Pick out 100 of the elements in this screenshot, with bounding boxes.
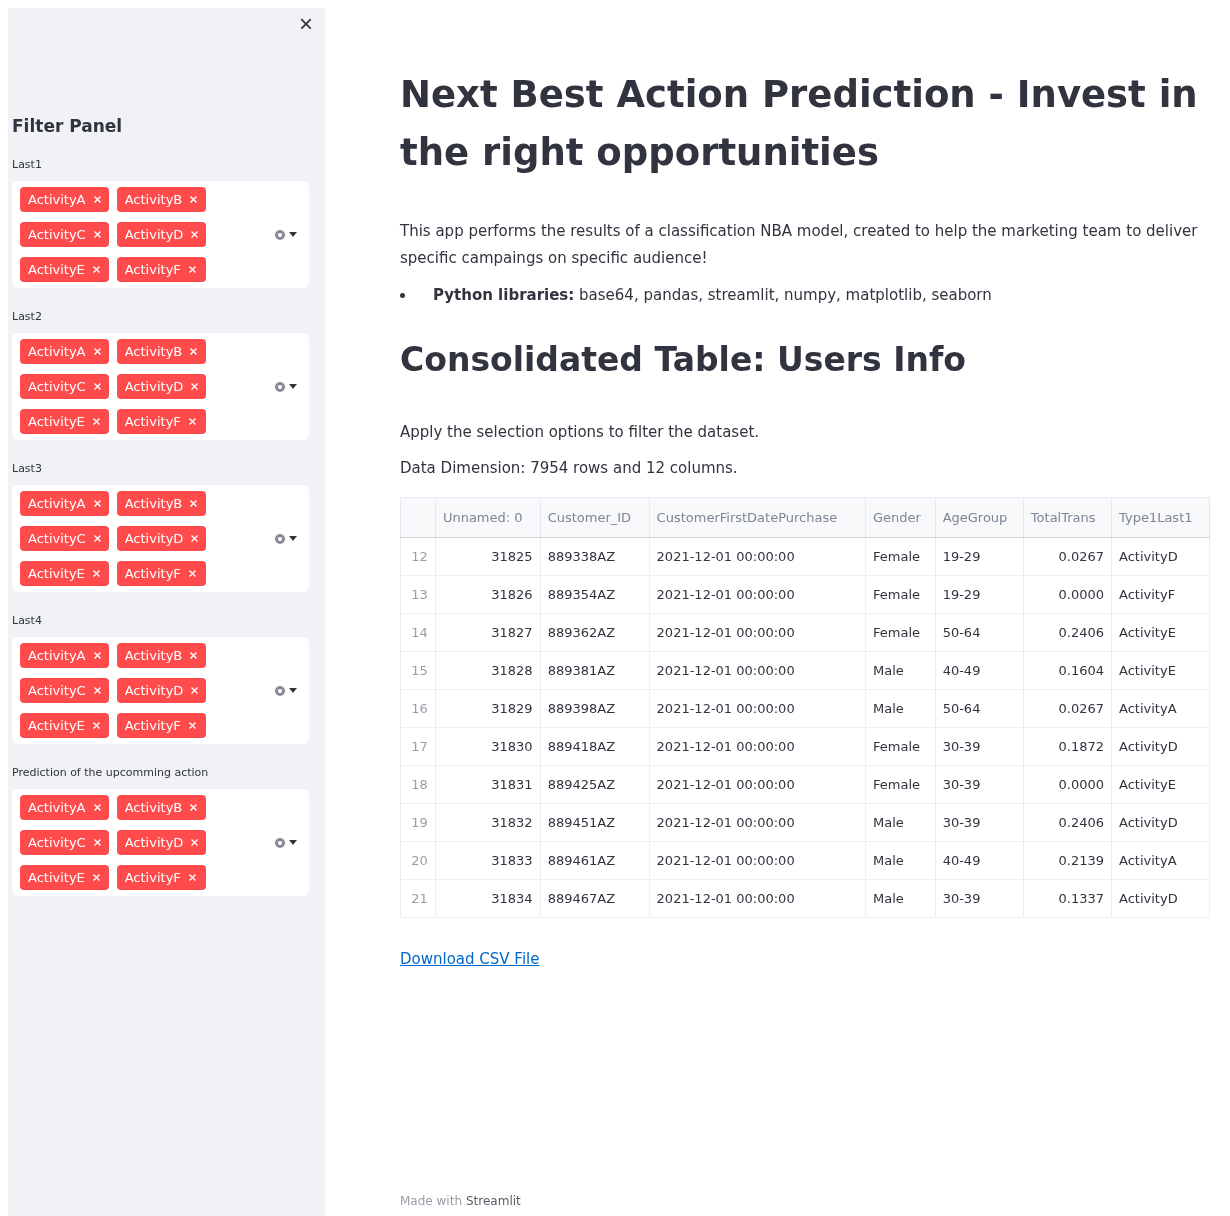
remove-icon[interactable] [92, 874, 100, 881]
table-cell: 31828 [435, 651, 541, 690]
remove-icon[interactable] [188, 570, 196, 577]
caret-icon[interactable] [289, 536, 297, 541]
activity-tag[interactable]: ActivityB [116, 643, 207, 668]
activity-tag[interactable]: ActivityD [116, 678, 207, 703]
activity-tag[interactable]: ActivityC [20, 526, 109, 551]
table-cell: 2021-12-01 00:00:00 [649, 765, 866, 804]
activity-tag[interactable]: ActivityA [20, 187, 109, 212]
remove-icon[interactable] [191, 839, 199, 846]
remove-icon[interactable] [93, 383, 101, 390]
intro-text: This app performs the results of a classification NBA model, created to help the marketing team to deliver specific campaings on specific audience! [400, 221, 1199, 269]
remove-icon[interactable] [92, 266, 100, 273]
remove-icon[interactable] [92, 570, 100, 577]
table-cell: 30-39 [935, 879, 1024, 918]
caret-icon[interactable] [289, 688, 297, 693]
table-cell: ActivityD [1111, 879, 1210, 918]
remove-icon[interactable] [190, 348, 198, 355]
remove-icon[interactable] [188, 874, 196, 881]
table-cell: 2021-12-01 00:00:00 [649, 575, 866, 614]
column-header[interactable]: Unnamed: 0 [435, 497, 541, 538]
activity-tag[interactable]: ActivityC [20, 678, 109, 703]
activity-tag[interactable]: ActivityA [20, 643, 109, 668]
remove-icon[interactable] [93, 652, 101, 659]
table-cell: 889338AZ [540, 537, 650, 576]
table-cell: 18 [400, 765, 436, 804]
activity-tag[interactable]: ActivityA [20, 795, 109, 820]
remove-icon[interactable] [190, 804, 198, 811]
footer-brand-link[interactable]: Streamlit [466, 1194, 521, 1208]
remove-icon[interactable] [191, 231, 199, 238]
activity-tag[interactable]: ActivityF [116, 713, 207, 738]
activity-tag[interactable]: ActivityB [116, 339, 207, 364]
remove-icon[interactable] [92, 418, 100, 425]
remove-icon[interactable] [188, 418, 196, 425]
remove-icon[interactable] [92, 722, 100, 729]
table-cell: 16 [400, 689, 436, 728]
activity-tag[interactable]: ActivityE [20, 713, 109, 738]
remove-icon[interactable] [190, 196, 198, 203]
multiselect-field[interactable]: ActivityA ActivityB ActivityC ActivityD ActivityE ActivityF [12, 789, 309, 896]
caret-icon[interactable] [289, 840, 297, 845]
remove-icon[interactable] [188, 722, 196, 729]
activity-tag[interactable]: ActivityE [20, 257, 109, 282]
column-header[interactable]: Gender [865, 497, 936, 538]
close-button[interactable]: × [295, 12, 317, 36]
download-link[interactable]: Download CSV File [400, 950, 540, 968]
table-cell: 889461AZ [540, 841, 650, 880]
column-header[interactable]: CustomerFirstDatePurchase [649, 497, 866, 538]
remove-icon[interactable] [93, 804, 101, 811]
activity-tag[interactable]: ActivityC [20, 830, 109, 855]
table-cell: 889354AZ [540, 575, 650, 614]
caret-icon[interactable] [289, 232, 297, 237]
table-cell: 31830 [435, 727, 541, 766]
activity-tag[interactable]: ActivityA [20, 339, 109, 364]
remove-icon[interactable] [188, 266, 196, 273]
activity-tag[interactable]: ActivityB [116, 795, 207, 820]
activity-tag[interactable]: ActivityB [116, 491, 207, 516]
multiselect-field[interactable]: ActivityA ActivityB ActivityC ActivityD ActivityE ActivityF [12, 485, 309, 592]
activity-tag[interactable]: ActivityD [116, 222, 207, 247]
remove-icon[interactable] [93, 500, 101, 507]
remove-icon[interactable] [191, 383, 199, 390]
table-cell: 50-64 [935, 689, 1024, 728]
column-header[interactable]: TotalTrans [1023, 497, 1112, 538]
remove-icon[interactable] [190, 652, 198, 659]
activity-tag[interactable]: ActivityF [116, 409, 207, 434]
multiselect-field[interactable]: ActivityA ActivityB ActivityC ActivityD ActivityE ActivityF [12, 637, 309, 744]
remove-icon[interactable] [191, 535, 199, 542]
table-cell: 31826 [435, 575, 541, 614]
activity-tag[interactable]: ActivityE [20, 409, 109, 434]
activity-tag[interactable]: ActivityD [116, 830, 207, 855]
table-cell: ActivityE [1111, 765, 1210, 804]
remove-icon[interactable] [191, 687, 199, 694]
remove-icon[interactable] [93, 839, 101, 846]
multiselect-field[interactable]: ActivityA ActivityB ActivityC ActivityD ActivityE ActivityF [12, 181, 309, 288]
activity-tag[interactable]: ActivityE [20, 865, 109, 890]
table-cell: 31832 [435, 803, 541, 842]
remove-icon[interactable] [93, 231, 101, 238]
activity-tag[interactable]: ActivityB [116, 187, 207, 212]
multiselect-field[interactable]: ActivityA ActivityB ActivityC ActivityD ActivityE ActivityF [12, 333, 309, 440]
table-cell: 40-49 [935, 651, 1024, 690]
remove-icon[interactable] [93, 535, 101, 542]
activity-tag[interactable]: ActivityD [116, 526, 207, 551]
activity-tag[interactable]: ActivityC [20, 374, 109, 399]
activity-tag[interactable]: ActivityE [20, 561, 109, 586]
column-header[interactable]: Type1Last1 [1111, 497, 1210, 538]
caret-icon[interactable] [289, 384, 297, 389]
remove-icon[interactable] [93, 196, 101, 203]
table-cell: 889467AZ [540, 879, 650, 918]
remove-icon[interactable] [93, 348, 101, 355]
activity-tag[interactable]: ActivityD [116, 374, 207, 399]
activity-tag[interactable]: ActivityF [116, 561, 207, 586]
remove-icon[interactable] [93, 687, 101, 694]
activity-tag[interactable]: ActivityC [20, 222, 109, 247]
remove-icon[interactable] [190, 500, 198, 507]
column-header[interactable]: AgeGroup [935, 497, 1024, 538]
activity-tag[interactable]: ActivityF [116, 865, 207, 890]
activity-tag[interactable]: ActivityF [116, 257, 207, 282]
table-cell: Male [865, 803, 936, 842]
column-header[interactable]: Customer_ID [540, 497, 650, 538]
table-cell: Male [865, 879, 936, 918]
activity-tag[interactable]: ActivityA [20, 491, 109, 516]
